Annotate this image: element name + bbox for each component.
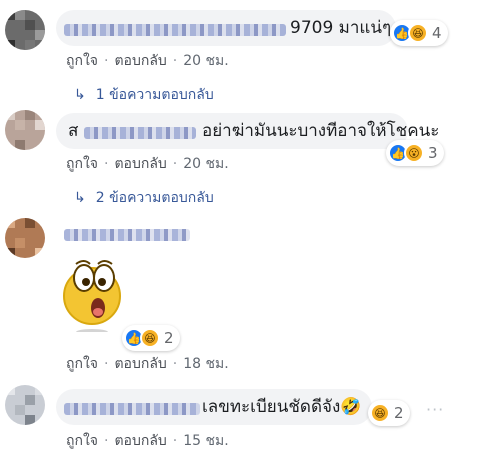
more-options-button[interactable]: ···: [426, 400, 444, 419]
reaction-summary[interactable]: 👍 😆 4: [390, 20, 448, 46]
wow-icon: 😮: [404, 143, 424, 163]
avatar[interactable]: [5, 110, 45, 150]
reply-link[interactable]: ตอบกลับ: [114, 356, 166, 372]
reply-arrow-icon: ↳: [74, 87, 86, 103]
reaction-summary[interactable]: 👍 😮 3: [386, 140, 444, 166]
comment-actions: ถูกใจ · ตอบกลับ · 15 ชม.: [66, 433, 229, 449]
view-replies-link[interactable]: ↳ 1 ข้อความตอบกลับ: [74, 84, 214, 106]
comment-bubble: 9709 มาแน่ๆ: [56, 10, 396, 46]
like-link[interactable]: ถูกใจ: [66, 156, 98, 172]
shocked-emoji-sticker: [63, 260, 121, 332]
reaction-count: 2: [164, 329, 174, 347]
reply-link[interactable]: ตอบกลับ: [114, 156, 166, 172]
reaction-summary[interactable]: 😆 2: [368, 400, 410, 426]
view-replies-link[interactable]: ↳ 2 ข้อความตอบกลับ: [74, 187, 214, 209]
comment-prefix: ส: [68, 121, 79, 141]
avatar[interactable]: [5, 385, 45, 425]
author-name-blurred[interactable]: [84, 127, 196, 139]
haha-icon: 😆: [408, 23, 428, 43]
comment-actions: ถูกใจ · ตอบกลับ · 20 ชม.: [66, 156, 229, 172]
comment-bubble: เลขทะเบียนชัดดีจัง🤣: [56, 389, 372, 425]
timestamp[interactable]: 20 ชม.: [183, 53, 228, 69]
timestamp[interactable]: 15 ชม.: [183, 433, 228, 449]
like-link[interactable]: ถูกใจ: [66, 53, 98, 69]
like-link[interactable]: ถูกใจ: [66, 433, 98, 449]
author-name-blurred[interactable]: [64, 24, 286, 36]
reaction-count: 4: [432, 24, 442, 42]
timestamp[interactable]: 20 ชม.: [183, 156, 228, 172]
comment-bubble: ส อย่าฆ่ามันนะบางทีอาจให้โชคนะ: [56, 113, 439, 149]
reaction-count: 3: [428, 144, 438, 162]
timestamp[interactable]: 18 ชม.: [183, 356, 228, 372]
author-name-blurred[interactable]: [64, 229, 190, 241]
like-link[interactable]: ถูกใจ: [66, 356, 98, 372]
reaction-summary[interactable]: 👍 😆 2: [122, 325, 180, 351]
replies-label: 1 ข้อความตอบกลับ: [95, 87, 214, 103]
haha-icon: 😆: [140, 328, 160, 348]
replies-label: 2 ข้อความตอบกลับ: [95, 190, 214, 206]
comment-actions: ถูกใจ · ตอบกลับ · 18 ชม.: [66, 356, 229, 372]
reply-link[interactable]: ตอบกลับ: [114, 433, 166, 449]
reply-arrow-icon: ↳: [74, 190, 86, 206]
reaction-count: 2: [394, 404, 404, 422]
comment-text: เลขทะเบียนชัดดีจัง🤣: [202, 397, 362, 417]
avatar[interactable]: [5, 10, 45, 50]
comment-text: 9709 มาแน่ๆ: [290, 18, 392, 38]
haha-icon: 😆: [370, 403, 390, 423]
reply-link[interactable]: ตอบกลับ: [114, 53, 166, 69]
comment-actions: ถูกใจ · ตอบกลับ · 20 ชม.: [66, 53, 229, 69]
avatar[interactable]: [5, 218, 45, 258]
author-name-blurred[interactable]: [64, 403, 200, 415]
comment-text: อย่าฆ่ามันนะบางทีอาจให้โชคนะ: [202, 121, 440, 141]
